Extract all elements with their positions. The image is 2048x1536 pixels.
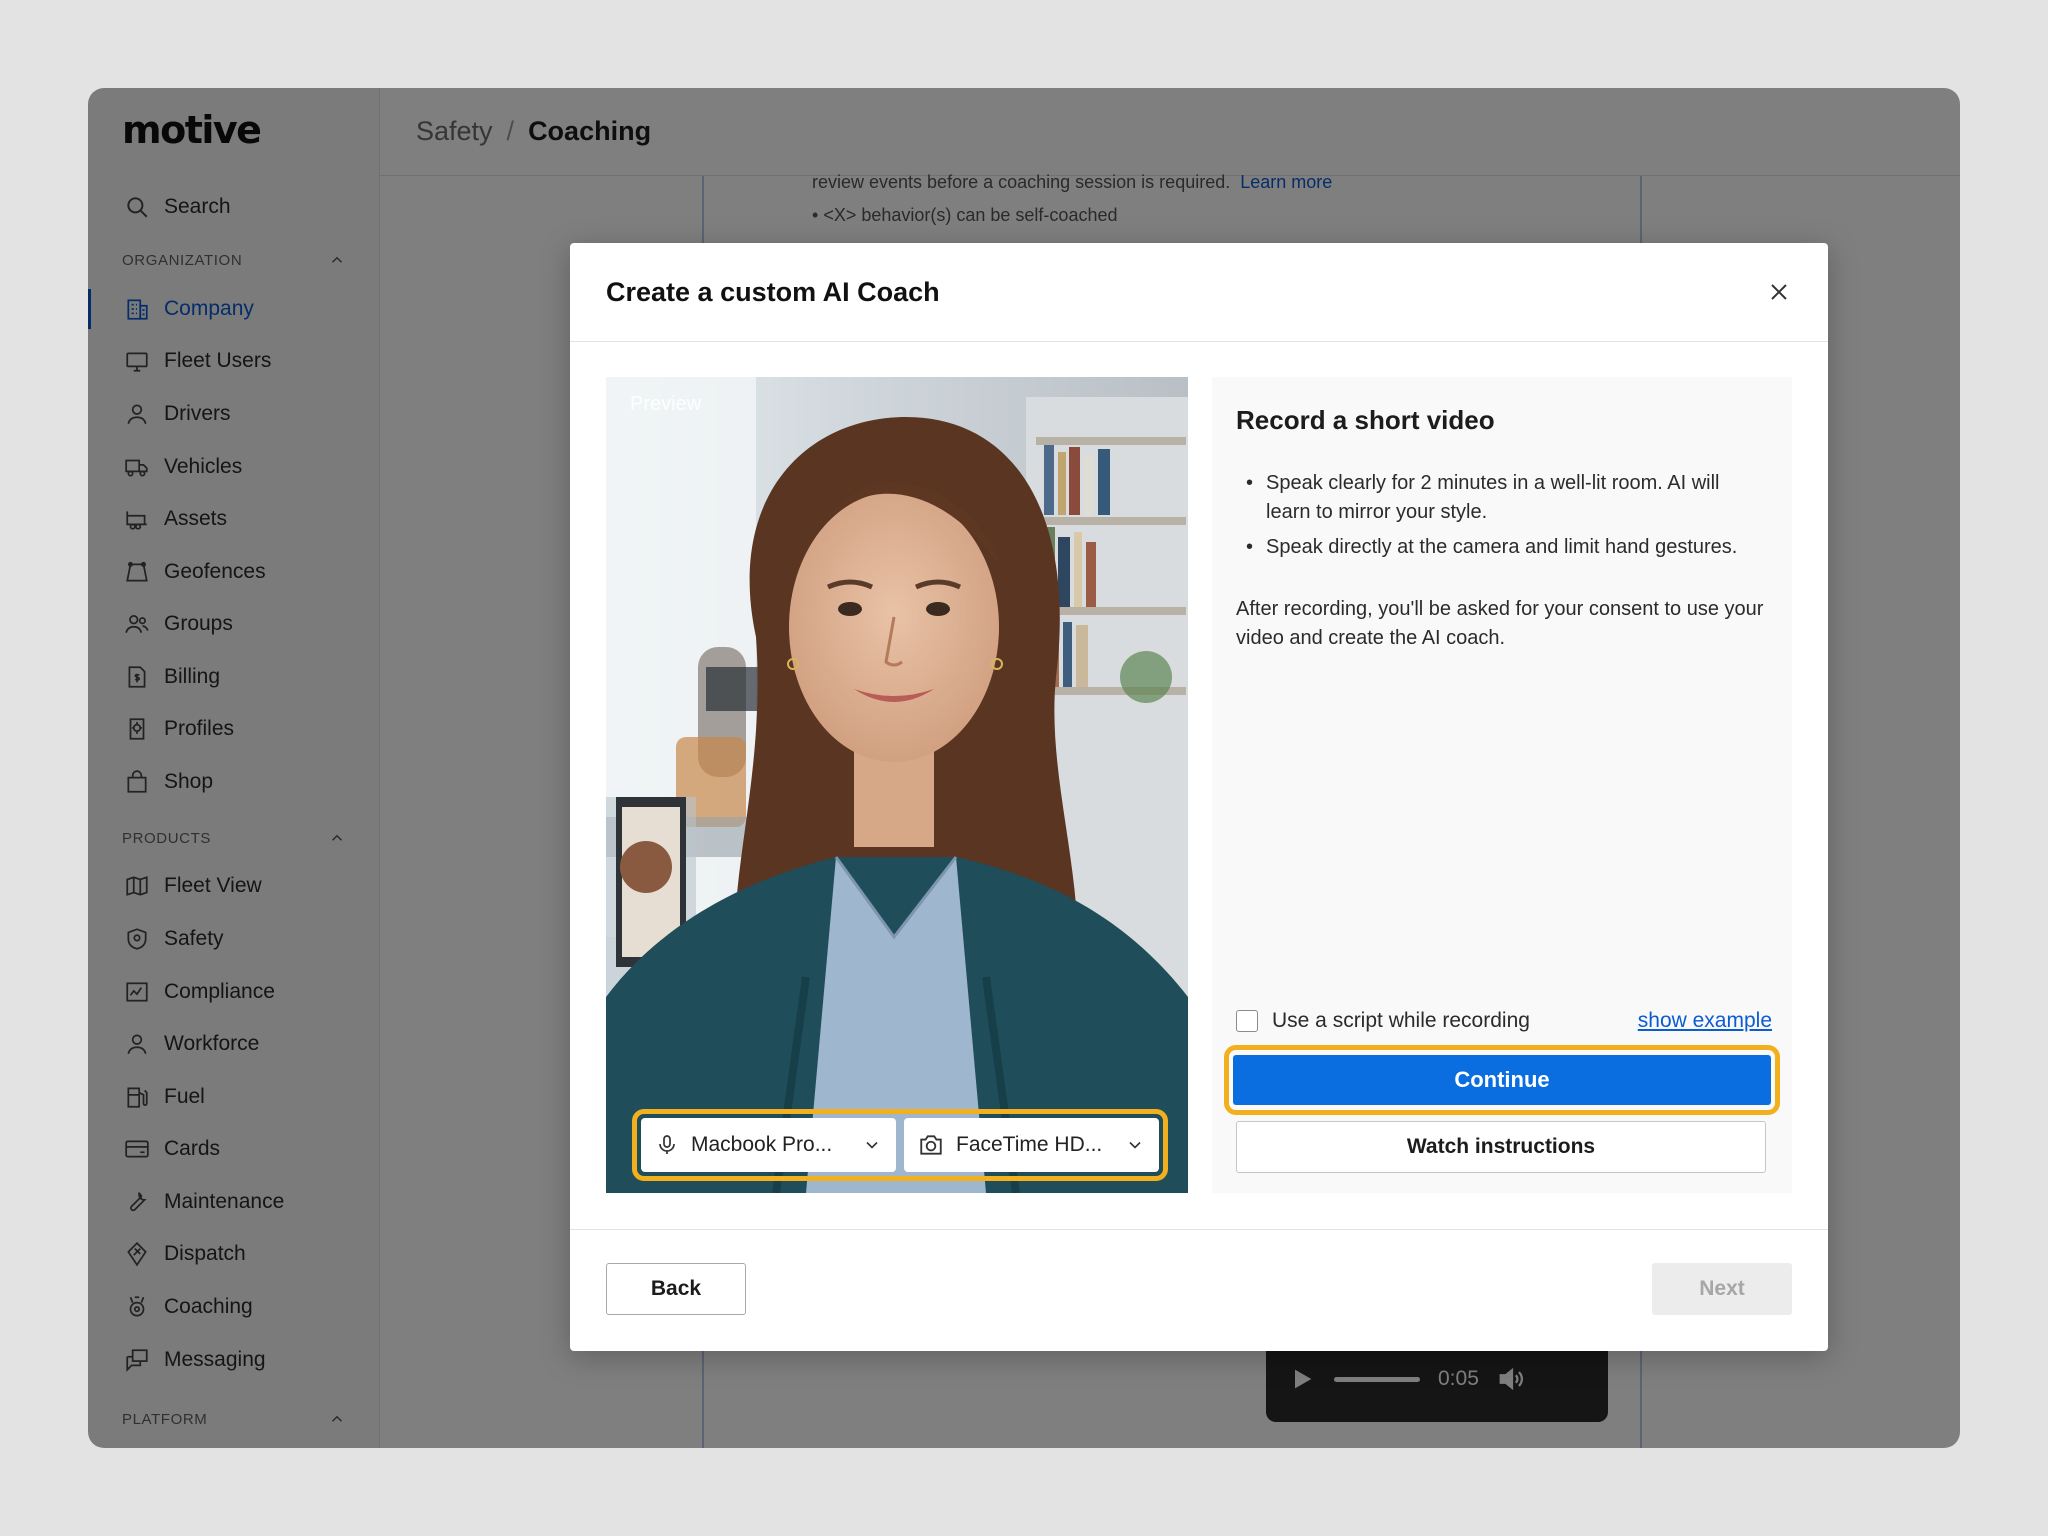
- use-script-label[interactable]: Use a script while recording: [1272, 1009, 1530, 1033]
- close-icon: [1771, 284, 1787, 300]
- dialog-title: Create a custom AI Coach: [606, 277, 940, 307]
- header-divider: [570, 341, 1828, 342]
- instruction-item: Speak clearly for 2 minutes in a well-li…: [1236, 469, 1766, 527]
- microphone-icon: [659, 1135, 675, 1154]
- next-button[interactable]: Next: [1652, 1263, 1792, 1315]
- use-script-checkbox[interactable]: [1236, 1010, 1258, 1032]
- create-ai-coach-dialog: Create a custom AI Coach Preview Macbook…: [570, 243, 1828, 1351]
- chevron-down-icon: [1129, 1141, 1141, 1149]
- show-example-link[interactable]: show example: [1638, 1009, 1772, 1033]
- device-selectors: Macbook Pro... FaceTime HD...: [632, 1109, 1168, 1181]
- continue-button[interactable]: Continue: [1233, 1055, 1771, 1105]
- consent-note: After recording, you'll be asked for you…: [1236, 598, 1764, 649]
- microphone-select[interactable]: Macbook Pro...: [641, 1118, 896, 1172]
- instructions-title: Record a short video: [1236, 405, 1495, 435]
- recording-instructions-panel: Record a short video Speak clearly for 2…: [1212, 377, 1792, 1193]
- microphone-select-value: Macbook Pro...: [691, 1133, 833, 1156]
- preview-label: Preview: [630, 393, 702, 415]
- camera-preview: Preview Macbook Pro... FaceTime HD...: [606, 377, 1188, 1193]
- back-button[interactable]: Back: [606, 1263, 746, 1315]
- instruction-item: Speak directly at the camera and limit h…: [1236, 533, 1766, 562]
- camera-icon: [920, 1135, 942, 1155]
- instructions-list: Speak clearly for 2 minutes in a well-li…: [1236, 469, 1766, 568]
- close-button[interactable]: [1764, 277, 1794, 307]
- watch-instructions-button[interactable]: Watch instructions: [1236, 1121, 1766, 1173]
- camera-select-value: FaceTime HD...: [956, 1133, 1103, 1156]
- continue-highlight: Continue: [1224, 1045, 1780, 1115]
- script-option-row: Use a script while recording show exampl…: [1236, 1009, 1772, 1033]
- chevron-down-icon: [866, 1141, 878, 1149]
- footer-divider: [570, 1229, 1828, 1230]
- camera-feed-image: [606, 377, 1188, 1193]
- camera-select[interactable]: FaceTime HD...: [904, 1118, 1159, 1172]
